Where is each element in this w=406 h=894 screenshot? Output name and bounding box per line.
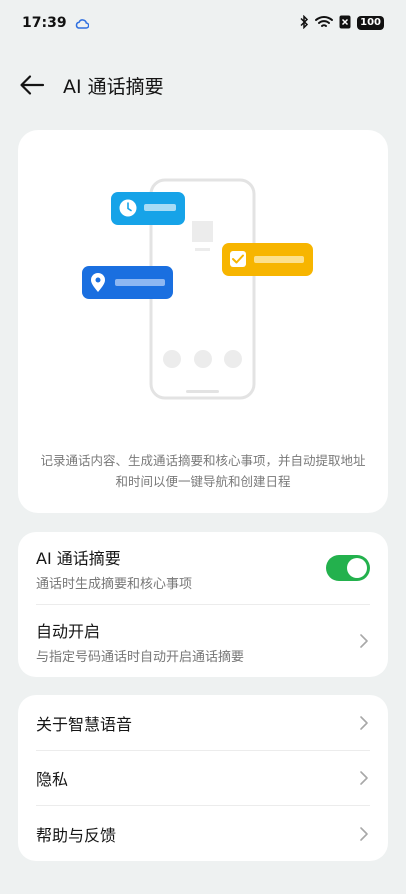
summary-settings-group: AI 通话摘要 通话时生成摘要和核心事项 自动开启 与指定号码通话时自动开启通话… (18, 532, 388, 677)
about-voice-label: 关于智慧语音 (36, 714, 133, 734)
cloud-sync-icon (75, 14, 89, 33)
ai-summary-toggle[interactable] (326, 555, 370, 581)
toggle-knob (347, 558, 367, 578)
help-feedback-label: 帮助与反馈 (36, 825, 117, 845)
wifi-icon (315, 14, 334, 33)
auto-start-row[interactable]: 自动开启 与指定号码通话时自动开启通话摘要 (18, 605, 388, 677)
ai-summary-subtitle: 通话时生成摘要和核心事项 (36, 576, 193, 592)
status-left: 17:39 (22, 14, 89, 33)
bluetooth-icon (299, 14, 309, 33)
status-bar: 17:39 100 (0, 0, 406, 46)
checkbox-bubble (222, 243, 313, 276)
status-right: 100 (299, 14, 384, 33)
phone-illustration (82, 178, 313, 400)
app-header: AI 通话摘要 (0, 62, 406, 108)
sim-off-icon (339, 14, 351, 33)
status-time: 17:39 (22, 15, 67, 31)
chevron-right-icon (360, 715, 368, 730)
chevron-right-icon (360, 634, 368, 648)
chevron-right-icon (360, 771, 368, 785)
page-title: AI 通话摘要 (63, 75, 164, 98)
back-button[interactable] (18, 71, 46, 99)
illustration-description: 记录通话内容、生成通话摘要和核心事项，并自动提取地址和时间以便一键导航和创建日程 (40, 453, 366, 489)
illustration-card: 记录通话内容、生成通话摘要和核心事项，并自动提取地址和时间以便一键导航和创建日程 (18, 130, 388, 513)
chevron-right-icon (360, 826, 368, 841)
auto-start-title: 自动开启 (36, 621, 101, 641)
clock-bubble (111, 192, 185, 225)
privacy-label: 隐私 (36, 770, 69, 789)
privacy-row[interactable]: 隐私 (18, 751, 388, 805)
battery-indicator: 100 (357, 16, 384, 30)
ai-summary-title: AI 通话摘要 (36, 548, 121, 568)
back-arrow-icon (20, 75, 45, 95)
ai-summary-row[interactable]: AI 通话摘要 通话时生成摘要和核心事项 (18, 532, 388, 604)
location-bubble (82, 266, 173, 299)
auto-start-subtitle: 与指定号码通话时自动开启通话摘要 (36, 649, 245, 665)
about-voice-row[interactable]: 关于智慧语音 (18, 695, 388, 750)
more-settings-group: 关于智慧语音 隐私 帮助与反馈 (18, 695, 388, 861)
help-feedback-row[interactable]: 帮助与反馈 (18, 806, 388, 861)
